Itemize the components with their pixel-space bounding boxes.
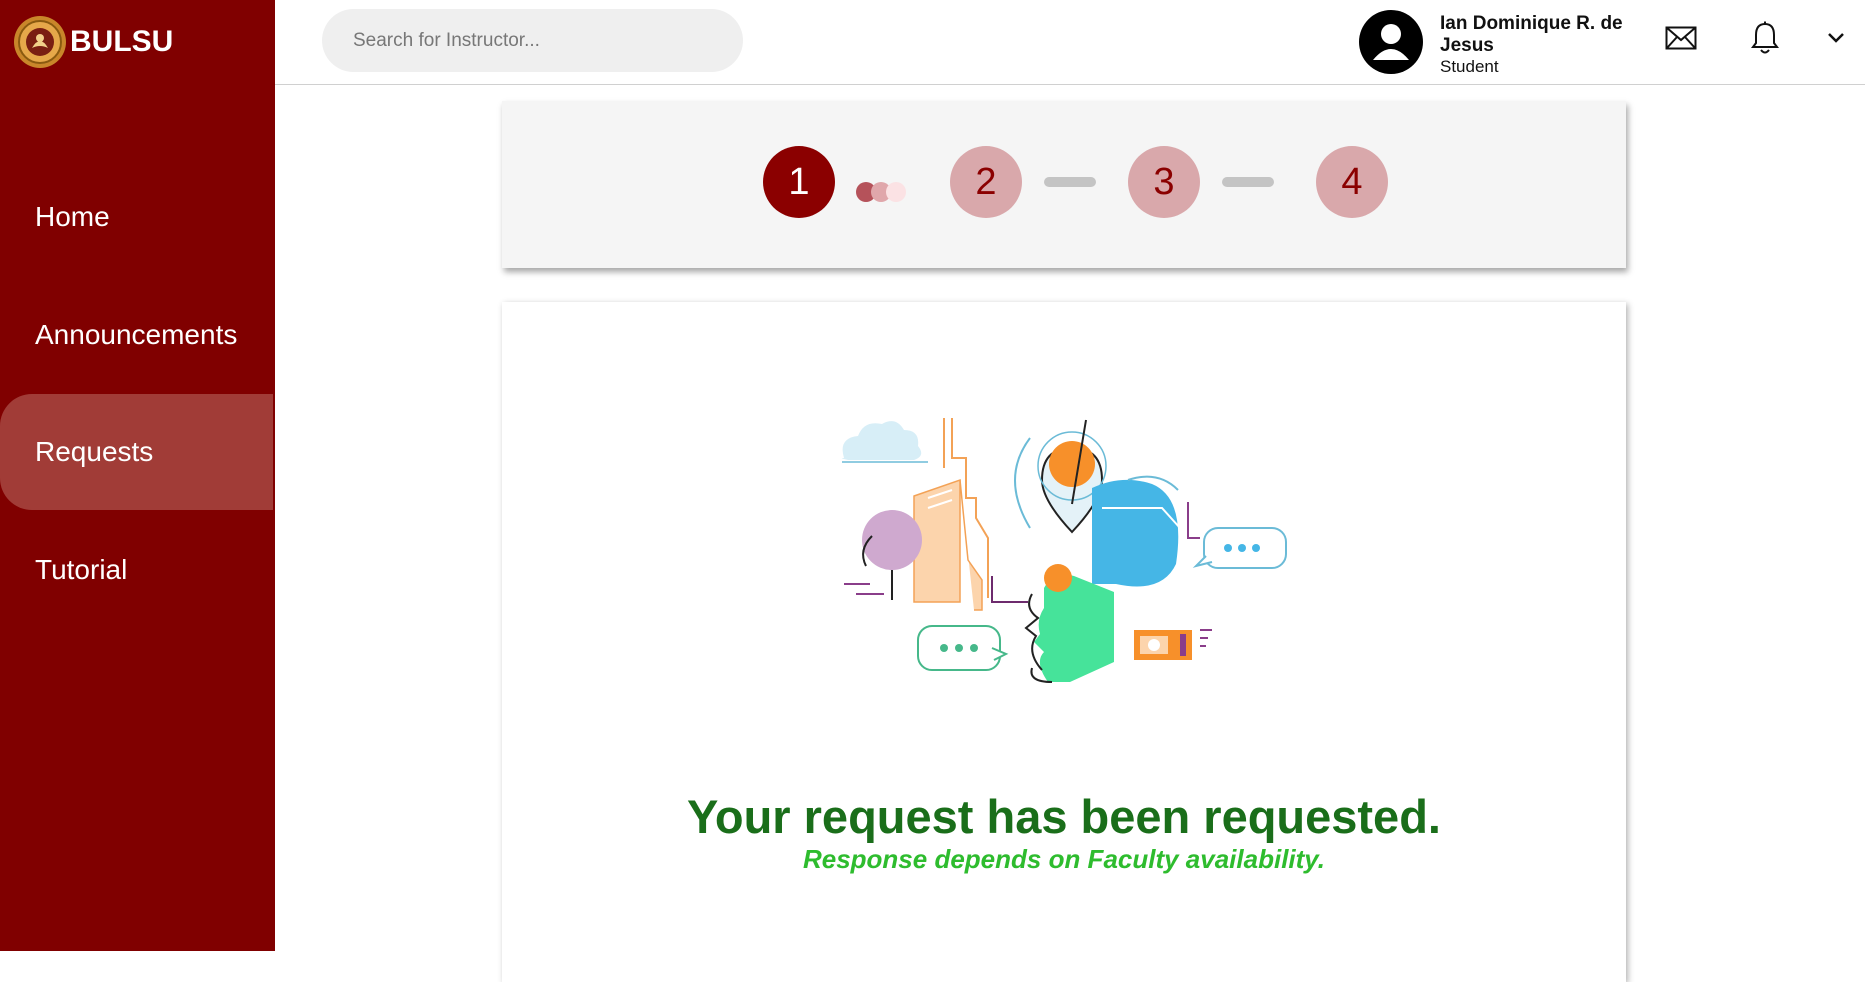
sidebar-item-home[interactable]: Home (0, 159, 273, 275)
step-connector (1222, 177, 1274, 187)
user-icon (1373, 24, 1409, 60)
step-1: 1 (763, 146, 835, 218)
chevron-down-icon (1828, 33, 1844, 43)
sidebar-item-tutorial[interactable]: Tutorial (0, 512, 273, 628)
topbar: Ian Dominique R. de Jesus Student (275, 0, 1865, 85)
sidebar-item-label: Home (35, 201, 110, 232)
confirmation-title: Your request has been requested. (687, 790, 1441, 843)
notifications-button[interactable] (1745, 18, 1785, 58)
user-role: Student (1440, 57, 1499, 76)
sidebar-item-label: Requests (35, 436, 154, 467)
confirmation-card: Your request has been requested. Respons… (502, 302, 1626, 982)
step-3: 3 (1128, 146, 1200, 218)
account-dropdown-button[interactable] (1816, 18, 1856, 58)
request-illustration (841, 418, 1287, 683)
step-connector (1044, 177, 1096, 187)
step-2: 2 (950, 146, 1022, 218)
confirmation-subtitle: Response depends on Faculty availability… (802, 844, 1326, 874)
sidebar-item-label: Announcements (35, 319, 238, 350)
sidebar-item-label: Tutorial (35, 554, 128, 585)
step-connector-dot (886, 182, 906, 202)
progress-stepper: 1 2 3 4 (502, 101, 1626, 268)
sidebar: BULSU Home Announcements Requests Tutori… (0, 0, 275, 951)
search-input[interactable] (322, 9, 743, 72)
sidebar-item-announcements[interactable]: Announcements (0, 277, 273, 393)
avatar[interactable] (1359, 10, 1423, 74)
brand[interactable]: BULSU (12, 14, 173, 70)
mail-icon (1665, 26, 1697, 50)
brand-name: BULSU (70, 25, 174, 58)
university-seal-icon (14, 16, 66, 68)
sidebar-item-requests[interactable]: Requests (0, 394, 273, 510)
bell-icon (1751, 21, 1779, 54)
step-4: 4 (1316, 146, 1388, 218)
mail-button[interactable] (1661, 18, 1701, 58)
user-name: Ian Dominique R. de Jesus (1440, 13, 1623, 56)
